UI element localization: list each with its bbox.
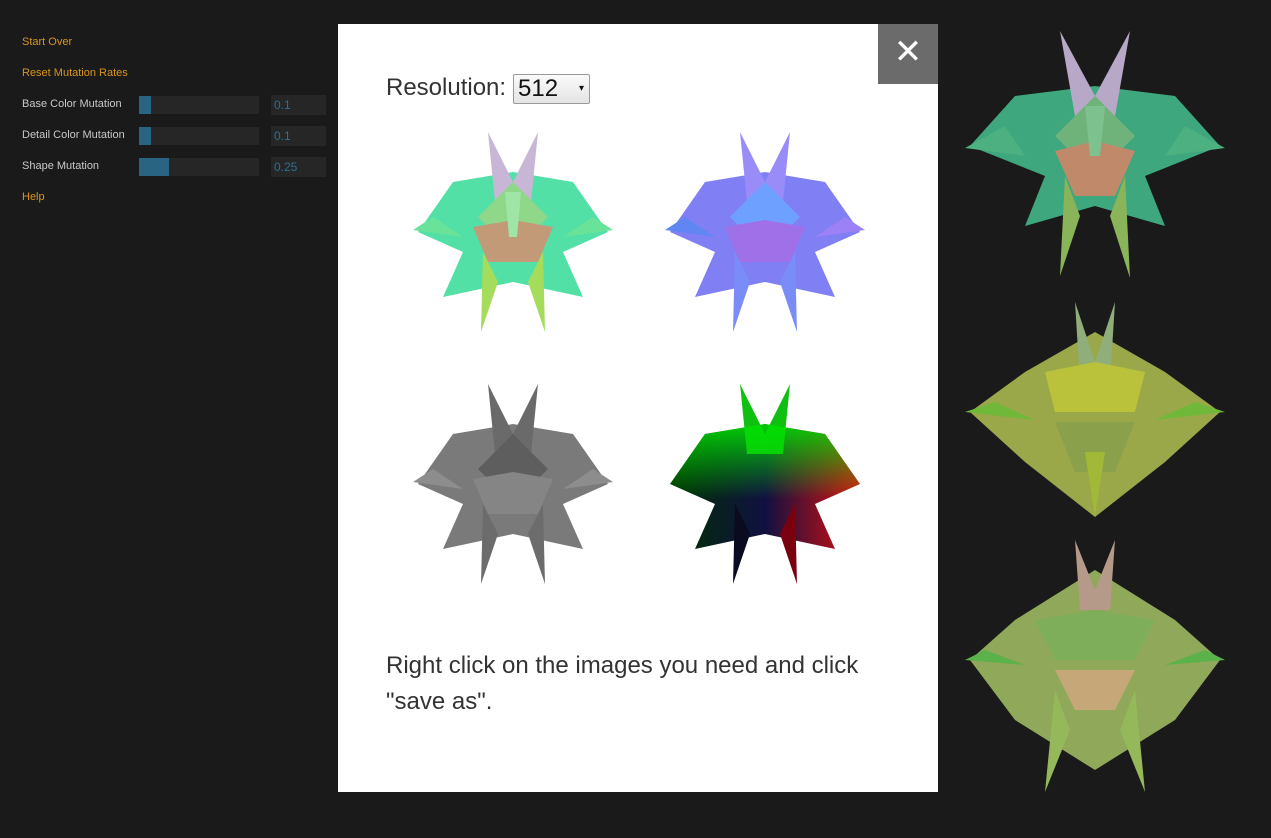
slider-fill (139, 127, 151, 145)
height-map-image[interactable] (413, 384, 613, 589)
creature-variant-1[interactable] (965, 26, 1225, 282)
detail-color-mutation-value[interactable]: 0.1 (271, 126, 326, 146)
position-map-image[interactable] (665, 384, 865, 589)
normal-map-image[interactable] (665, 132, 865, 337)
base-color-mutation-value[interactable]: 0.1 (271, 95, 326, 115)
base-color-mutation-label: Base Color Mutation (22, 98, 122, 110)
creature-variant-3[interactable] (965, 540, 1225, 794)
reset-mutation-rates-link[interactable]: Reset Mutation Rates (22, 67, 128, 79)
detail-color-mutation-slider[interactable] (139, 127, 259, 145)
save-hint-text: Right click on the images you need and c… (386, 652, 859, 715)
base-color-mutation-slider[interactable] (139, 96, 259, 114)
resolution-select[interactable]: 512 ▾ (513, 74, 590, 104)
resolution-value: 512 (518, 75, 559, 102)
detail-color-mutation-label: Detail Color Mutation (22, 129, 125, 141)
slider-fill (139, 96, 151, 114)
resolution-label: Resolution: (386, 74, 507, 101)
shape-mutation-label: Shape Mutation (22, 160, 100, 172)
shape-mutation-slider[interactable] (139, 158, 259, 176)
shape-mutation-value[interactable]: 0.25 (271, 157, 326, 177)
chevron-down-icon: ▾ (578, 83, 584, 94)
export-modal: ✕ Resolution: 512 ▾ Right click on the i… (338, 24, 938, 792)
help-link[interactable]: Help (22, 191, 45, 203)
close-button[interactable]: ✕ (878, 24, 938, 84)
color-map-image[interactable] (413, 132, 613, 337)
creature-variant-2[interactable] (965, 302, 1225, 520)
slider-fill (139, 158, 169, 176)
start-over-link[interactable]: Start Over (22, 36, 72, 48)
